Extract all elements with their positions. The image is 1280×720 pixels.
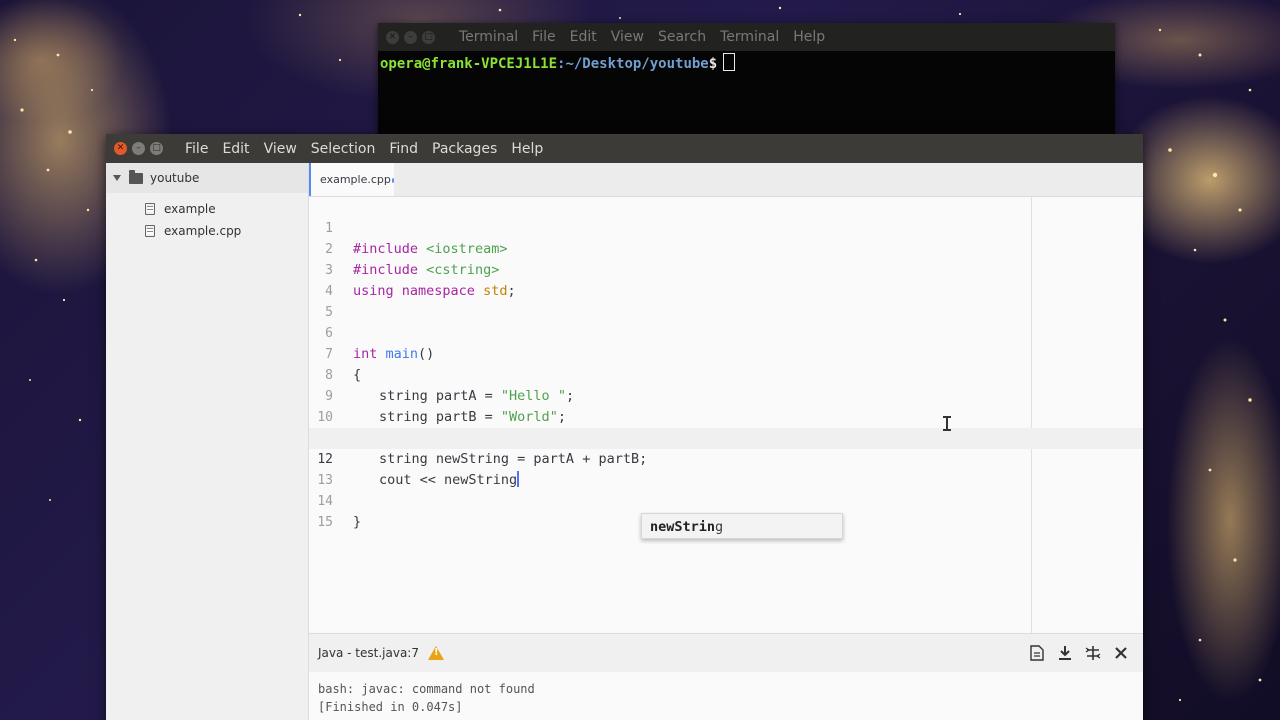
build-output-line: bash: javac: command not found [318, 682, 535, 696]
build-output: bash: javac: command not found [Finished… [309, 672, 1143, 720]
terminal-menu-edit[interactable]: Edit [570, 29, 605, 45]
tab-label: example.cpp [320, 173, 391, 186]
build-panel-title: Java - test.java:7 [318, 646, 419, 660]
tree-view: youtube example example.cpp [106, 163, 309, 720]
autocomplete-match: newStrin [650, 519, 716, 535]
warning-icon[interactable] [428, 646, 444, 660]
code-line: 7 { [309, 323, 1143, 383]
resize-icon[interactable] [1085, 645, 1101, 661]
code-line: 3 using namespace std; [309, 239, 1143, 299]
tree-file-example-cpp[interactable]: example.cpp [106, 220, 308, 242]
chevron-down-icon[interactable] [113, 175, 121, 181]
document-icon[interactable] [1029, 645, 1045, 661]
menu-view[interactable]: View [264, 141, 297, 157]
code-line: 14 } [309, 470, 1143, 530]
menu-find[interactable]: Find [389, 141, 418, 157]
prompt-symbol: $ [708, 56, 718, 72]
terminal-menu-terminal[interactable]: Terminal [720, 29, 787, 45]
tree-file-label: example [164, 202, 216, 216]
prompt-path: :~/Desktop/youtube [557, 56, 709, 72]
tree-root-label: youtube [150, 171, 200, 185]
mouse-ibeam-icon [943, 416, 951, 431]
autocomplete-suggestion[interactable]: newString [641, 513, 843, 539]
prompt-user: opera@frank-VPCEJ1L1E [380, 56, 558, 72]
terminal-body[interactable]: opera@frank-VPCEJ1L1E:~/Desktop/youtube$ [378, 51, 1115, 74]
download-icon[interactable] [1057, 645, 1073, 661]
folder-icon [129, 169, 143, 184]
terminal-maximize-icon[interactable]: □ [422, 30, 435, 44]
code-line: 5 [309, 281, 1143, 320]
menu-selection[interactable]: Selection [311, 141, 376, 157]
terminal-app-title: Terminal [459, 29, 519, 45]
menu-file[interactable]: File [185, 141, 208, 157]
code-line: 13 [309, 449, 1143, 488]
terminal-window[interactable]: ✕ – □ Terminal File Edit View Search Ter… [378, 23, 1115, 138]
tab-example-cpp[interactable]: example.cpp [309, 163, 394, 196]
menu-packages[interactable]: Packages [432, 141, 497, 157]
editor-maximize-icon[interactable]: □ [150, 142, 163, 155]
code-line: 1 #include <iostream> [309, 197, 1143, 257]
code-line: 11 string newString = partA + partB; [309, 407, 1143, 467]
build-panel-header: Java - test.java:7 [309, 633, 1143, 673]
terminal-close-icon[interactable]: ✕ [386, 30, 399, 44]
file-text-icon [145, 203, 155, 215]
code-line-current: 12 cout << newString [309, 428, 1143, 488]
editor-minimize-icon[interactable]: – [132, 142, 145, 155]
terminal-minimize-icon[interactable]: – [404, 30, 417, 44]
code-line: 8 string partA = "Hello "; [309, 344, 1143, 404]
terminal-menubar: Terminal File Edit View Search Terminal … [459, 29, 839, 45]
editor-menubar: File Edit View Selection Find Packages H… [185, 141, 557, 157]
tree-root-folder[interactable]: youtube [106, 163, 308, 193]
autocomplete-rest: g [715, 519, 724, 535]
editor-titlebar[interactable]: ✕ – □ File Edit View Selection Find Pack… [106, 134, 1143, 163]
terminal-menu-search[interactable]: Search [658, 29, 714, 45]
code-line: 15 [309, 491, 1143, 530]
code-line: 2 #include <cstring> [309, 218, 1143, 278]
editor-close-icon[interactable]: ✕ [114, 142, 127, 155]
line-number: 15 [317, 515, 333, 530]
terminal-menu-file[interactable]: File [532, 29, 563, 45]
code-line: 6 int main() [309, 302, 1143, 362]
tree-file-example[interactable]: example [106, 198, 308, 220]
code-line: 10 [309, 386, 1143, 425]
code-editor[interactable]: 1 #include <iostream> 2 #include <cstrin… [309, 197, 1143, 633]
code-line: 4 [309, 260, 1143, 299]
editor-window[interactable]: ✕ – □ File Edit View Selection Find Pack… [106, 134, 1143, 720]
terminal-menu-help[interactable]: Help [793, 29, 833, 45]
terminal-cursor [723, 53, 736, 71]
terminal-titlebar[interactable]: ✕ – □ Terminal File Edit View Search Ter… [378, 23, 1115, 51]
modified-dot-icon [391, 178, 394, 183]
build-output-line: [Finished in 0.047s] [318, 700, 463, 714]
tree-file-label: example.cpp [164, 224, 242, 238]
tab-bar: example.cpp [309, 163, 1143, 197]
code-line: 9 string partB = "World"; [309, 365, 1143, 425]
menu-edit[interactable]: Edit [222, 141, 249, 157]
terminal-menu-view[interactable]: View [611, 29, 652, 45]
file-text-icon [145, 225, 155, 237]
close-icon[interactable] [1113, 645, 1129, 661]
menu-help[interactable]: Help [511, 141, 543, 157]
